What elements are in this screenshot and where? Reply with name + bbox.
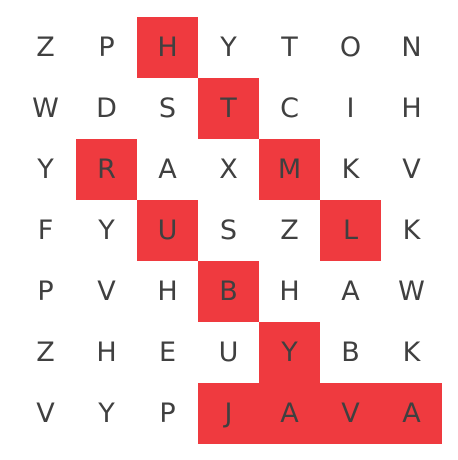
letter-cell[interactable]: P [15,261,76,322]
letter-cell[interactable]: Y [15,139,76,200]
letter-cell[interactable]: A [381,383,442,444]
letter-cell[interactable]: U [137,200,198,261]
letter-cell[interactable]: K [381,322,442,383]
letter-cell[interactable]: S [198,200,259,261]
letter-cell[interactable]: S [137,78,198,139]
letter-cell[interactable]: E [137,322,198,383]
letter-cell[interactable]: Z [259,200,320,261]
letter-cell[interactable]: V [381,139,442,200]
letter-cell[interactable]: R [76,139,137,200]
letter-cell[interactable]: H [259,261,320,322]
letter-cell[interactable]: V [320,383,381,444]
letter-cell[interactable]: B [198,261,259,322]
letter-cell[interactable]: T [259,17,320,78]
letter-cell[interactable]: U [198,322,259,383]
letter-cell[interactable]: A [137,139,198,200]
letter-cell[interactable]: H [381,78,442,139]
letter-cell[interactable]: M [259,139,320,200]
letter-cell[interactable]: B [320,322,381,383]
letter-cell[interactable]: Y [259,322,320,383]
letter-cell[interactable]: F [15,200,76,261]
letter-cell[interactable]: H [137,261,198,322]
letter-cell[interactable]: N [381,17,442,78]
letter-cell[interactable]: C [259,78,320,139]
letter-cell[interactable]: L [320,200,381,261]
letter-cell[interactable]: V [76,261,137,322]
letter-cell[interactable]: T [198,78,259,139]
letter-cell[interactable]: X [198,139,259,200]
letter-cell[interactable]: H [76,322,137,383]
letter-cell[interactable]: O [320,17,381,78]
letter-cell[interactable]: Y [198,17,259,78]
letter-cell[interactable]: Z [15,17,76,78]
letter-cell[interactable]: K [381,200,442,261]
letter-cell[interactable]: J [198,383,259,444]
letter-cell[interactable]: H [137,17,198,78]
word-search-grid: ZPHYTONWDSTCIHYRAXMKVFYUSZLKPVHBHAWZHEUY… [15,17,442,444]
letter-cell[interactable]: W [381,261,442,322]
letter-cell[interactable]: Y [76,200,137,261]
letter-cell[interactable]: P [76,17,137,78]
letter-cell[interactable]: K [320,139,381,200]
letter-cell[interactable]: W [15,78,76,139]
letter-cell[interactable]: A [259,383,320,444]
letter-cell[interactable]: I [320,78,381,139]
letter-cell[interactable]: Z [15,322,76,383]
letter-cell[interactable]: P [137,383,198,444]
letter-cell[interactable]: D [76,78,137,139]
letter-cell[interactable]: A [320,261,381,322]
letter-cell[interactable]: V [15,383,76,444]
letter-cell[interactable]: Y [76,383,137,444]
